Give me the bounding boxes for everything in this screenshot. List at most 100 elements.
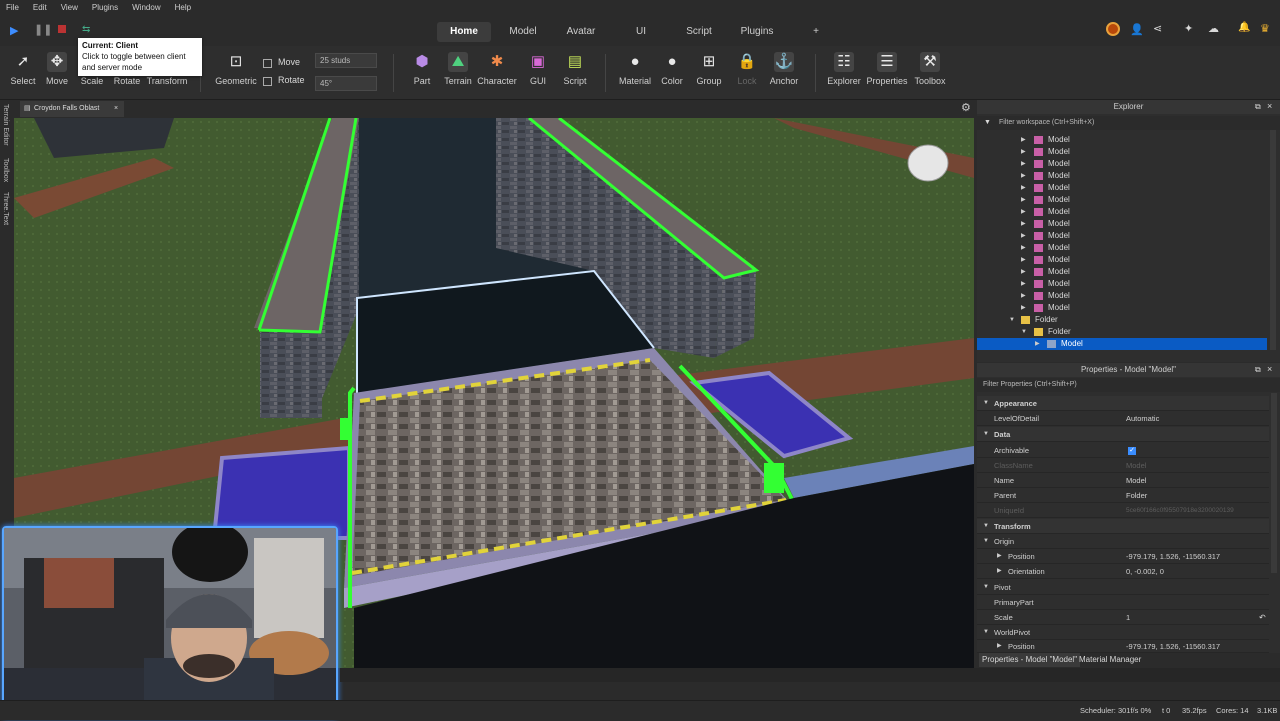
tree-model-item[interactable]: ▶ Model <box>977 254 1269 266</box>
prop-orientation[interactable]: ▶ Orientation 0, -0.002, 0 <box>977 564 1269 579</box>
prop-scale[interactable]: Scale 1 ↶ <box>977 610 1269 625</box>
anchor-icon: ⚓ <box>774 52 794 72</box>
share-icon[interactable]: ⋖ <box>1153 22 1162 35</box>
prop-origin[interactable]: ▼ Origin <box>977 534 1269 549</box>
tree-model-item[interactable]: ▶ Model <box>977 146 1269 158</box>
add-user-icon[interactable]: 👤 <box>1130 23 1144 36</box>
properties-filter-input[interactable]: Filter Properties (Ctrl+Shift+P) <box>977 378 1280 392</box>
properties-scrollbar[interactable] <box>1271 393 1277 573</box>
client-server-toggle-icon[interactable]: ⇆ <box>82 24 90 35</box>
tree-model-item[interactable]: ▶ Model <box>977 182 1269 194</box>
tab-material-manager[interactable]: Material Manager <box>1079 653 1141 667</box>
premium-icon[interactable]: ♛ <box>1260 22 1270 35</box>
tree-model-item[interactable]: ▶ Model <box>977 302 1269 314</box>
archivable-checkbox[interactable]: ✓ <box>1128 447 1136 455</box>
tab-ui[interactable]: UI <box>618 22 664 42</box>
menu-plugins[interactable]: Plugins <box>92 3 118 12</box>
tree-item-label: Model <box>1048 171 1070 180</box>
prop-primarypart[interactable]: PrimaryPart <box>977 595 1269 610</box>
terrain-editor-tab[interactable]: Terrain Editor <box>2 104 9 146</box>
tree-model-item[interactable]: ▶ Model <box>977 134 1269 146</box>
close-properties-icon[interactable]: × <box>1267 364 1272 374</box>
toolbox-tab[interactable]: Toolbox <box>2 158 9 182</box>
tree-item-label: Model <box>1048 231 1070 240</box>
rotate-snap-label: Rotate <box>278 75 305 85</box>
character-tool[interactable]: ✱ Character <box>474 52 520 86</box>
script-tool[interactable]: ▤ Script <box>552 52 598 86</box>
geometric-mode[interactable]: ⊡ Geometric <box>213 52 259 86</box>
collaborate-icon[interactable]: ✦ <box>1184 22 1193 35</box>
tab-home[interactable]: Home <box>437 22 491 42</box>
collapsed-arrow-icon: ▶ <box>1021 305 1026 311</box>
section-transform[interactable]: ▼ Transform <box>977 519 1269 534</box>
explorer-filter-input[interactable]: Filter workspace (Ctrl+Shift+X) <box>977 116 1280 130</box>
move-snap-checkbox[interactable] <box>263 59 272 68</box>
tree-model-selected[interactable]: ▶ Model <box>977 338 1267 350</box>
prop-position[interactable]: ▶ Position -979.179, 1.526, -11560.317 <box>977 549 1269 564</box>
stop-icon[interactable] <box>58 25 66 33</box>
properties-title: Properties - Model "Model" <box>977 363 1280 377</box>
menu-edit[interactable]: Edit <box>33 3 47 12</box>
section-appearance[interactable]: ▼ Appearance <box>977 396 1269 411</box>
tree-model-item[interactable]: ▶ Model <box>977 218 1269 230</box>
prop-levelofdetail[interactable]: LevelOfDetail Automatic <box>977 411 1269 426</box>
pause-icon[interactable]: ❚❚ <box>34 23 52 36</box>
close-explorer-icon[interactable]: × <box>1267 101 1272 111</box>
menu-view[interactable]: View <box>61 3 78 12</box>
tree-folder-1[interactable]: ▼ Folder <box>977 314 1269 326</box>
doc-tab-croydon[interactable]: ▤ Croydon Falls Oblast × <box>20 101 124 117</box>
tree-model-item[interactable]: ▶ Model <box>977 278 1269 290</box>
three-text-tab[interactable]: Three.Text <box>2 192 9 225</box>
play-icon[interactable]: ▶ <box>10 24 18 37</box>
model-icon <box>1034 208 1043 216</box>
tree-model-item[interactable]: ▶ Model <box>977 194 1269 206</box>
tab-avatar[interactable]: Avatar <box>558 22 604 42</box>
tree-model-item[interactable]: ▶ Model <box>977 230 1269 242</box>
prop-worldpivot[interactable]: ▼ WorldPivot <box>977 625 1269 640</box>
properties-toggle[interactable]: ☰ Properties <box>864 52 910 86</box>
tree-model-item[interactable]: ▶ Model <box>977 158 1269 170</box>
close-tab-icon[interactable]: × <box>114 101 118 117</box>
tree-model-item[interactable]: ▶ Model <box>977 290 1269 302</box>
undock-icon[interactable]: ⧉ <box>1255 102 1261 112</box>
explorer-toggle[interactable]: ☷ Explorer <box>821 52 867 86</box>
notification-bell-icon[interactable]: 🔔 <box>1238 22 1250 33</box>
anchor-tool[interactable]: ⚓ Anchor <box>761 52 807 86</box>
move-snap-input[interactable]: 25 studs <box>315 53 377 68</box>
explorer-scrollbar[interactable] <box>1270 130 1276 350</box>
prop-name[interactable]: Name Model <box>977 473 1269 488</box>
tab-script[interactable]: Script <box>676 22 722 42</box>
reset-icon[interactable]: ↶ <box>1259 610 1266 625</box>
tab-properties[interactable]: Properties - Model "Model" <box>979 653 1081 667</box>
cloud-icon[interactable]: ☁ <box>1208 22 1219 35</box>
command-bar[interactable] <box>340 668 1280 682</box>
webcam-overlay <box>2 526 338 718</box>
add-tab-button[interactable]: + <box>806 22 826 42</box>
filter-dropdown-icon[interactable]: ▼ <box>984 119 991 126</box>
viewport-settings-gear-icon[interactable]: ⚙ <box>961 101 971 114</box>
collapsed-arrow-icon: ▶ <box>1021 185 1026 191</box>
cores-status: Cores: 14 <box>1216 706 1249 715</box>
avatar[interactable] <box>1106 22 1120 36</box>
menu-window[interactable]: Window <box>132 3 160 12</box>
tree-model-item[interactable]: ▶ Model <box>977 206 1269 218</box>
prop-parent[interactable]: Parent Folder <box>977 488 1269 503</box>
rotate-snap-checkbox[interactable] <box>263 77 272 86</box>
client-server-tooltip: Current: Client Click to toggle between … <box>78 38 202 76</box>
menu-file[interactable]: File <box>6 3 19 12</box>
toolbox-toggle[interactable]: ⚒ Toolbox <box>907 52 953 86</box>
prop-pivot[interactable]: ▼ Pivot <box>977 580 1269 595</box>
prop-archivable[interactable]: Archivable ✓ <box>977 443 1269 458</box>
tree-folder-2[interactable]: ▼ Folder <box>977 326 1269 338</box>
menu-help[interactable]: Help <box>175 3 191 12</box>
model-icon <box>1034 256 1043 264</box>
undock-icon[interactable]: ⧉ <box>1255 365 1261 375</box>
section-data[interactable]: ▼ Data <box>977 427 1269 442</box>
tab-plugins[interactable]: Plugins <box>734 22 780 42</box>
tree-model-item[interactable]: ▶ Model <box>977 266 1269 278</box>
tree-model-item[interactable]: ▶ Model <box>977 242 1269 254</box>
prop-worldpivot-position[interactable]: ▶ Position -979.179, 1.526, -11560.317 <box>977 640 1269 653</box>
tree-model-item[interactable]: ▶ Model <box>977 170 1269 182</box>
tab-model[interactable]: Model <box>500 22 546 42</box>
rotate-snap-input[interactable]: 45° <box>315 76 377 91</box>
